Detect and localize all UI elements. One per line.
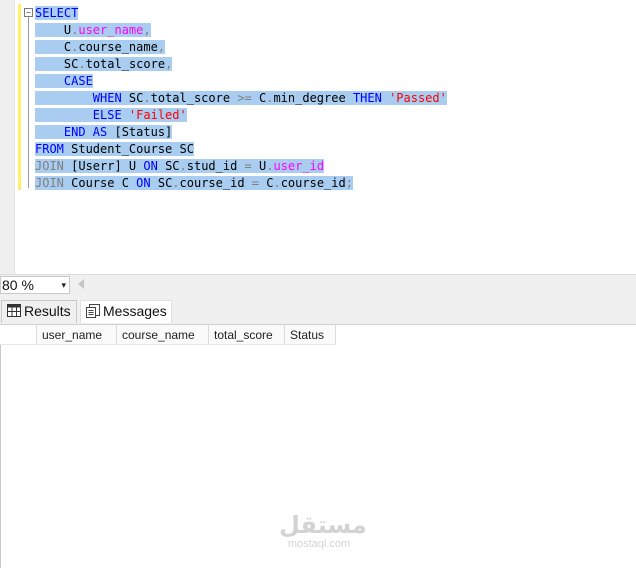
code-token: SC	[157, 176, 173, 190]
grid-border	[0, 325, 1, 568]
selection-highlight: SC.total_score,	[35, 57, 173, 71]
code-token: ON	[136, 176, 158, 190]
chevron-down-icon: ▾	[61, 280, 66, 290]
code-token: ,	[165, 57, 173, 71]
query-editor[interactable]: − SELECT U.user_name, C.course_name, SC.…	[0, 0, 636, 274]
code-token: .	[143, 91, 151, 105]
code-token: ;	[345, 176, 353, 190]
code-token: [Status]	[114, 125, 173, 139]
sql-code[interactable]: SELECT U.user_name, C.course_name, SC.to…	[35, 5, 447, 192]
code-line: WHEN SC.total_score >= C.min_degree THEN…	[35, 90, 447, 107]
column-header-status[interactable]: Status	[285, 325, 336, 345]
code-token: THEN	[352, 91, 390, 105]
selection-highlight: JOIN [Userr] U ON SC.stud_id = U.user_id	[35, 159, 325, 173]
code-token: =	[251, 176, 260, 190]
selection-highlight: U.user_name,	[35, 23, 151, 37]
column-header-course-name[interactable]: course_name	[117, 325, 209, 345]
column-header-total-score[interactable]: total_score	[209, 325, 285, 345]
code-token: END AS	[35, 125, 115, 139]
collapse-icon[interactable]: −	[24, 8, 33, 17]
code-token: user_id	[273, 159, 325, 173]
code-token: course_name	[78, 40, 158, 54]
selection-highlight: SELECT	[35, 6, 79, 20]
change-indicator-bar	[18, 4, 21, 190]
outline-line	[28, 17, 29, 188]
code-token: user_name	[78, 23, 144, 37]
code-token: ON	[143, 159, 166, 173]
code-token: .	[179, 159, 187, 173]
zoom-scroll-strip: 80 % ▾	[0, 274, 636, 296]
selection-highlight: WHEN SC.total_score >= C.min_degree THEN…	[35, 91, 447, 105]
selection-highlight: CASE	[35, 74, 93, 88]
code-token: 'Passed'	[389, 91, 447, 105]
code-token: U	[251, 159, 267, 173]
code-token: course_id	[280, 176, 346, 190]
code-token: min_degree	[273, 91, 353, 105]
editor-gutter	[0, 0, 15, 274]
code-line: END AS [Status]	[35, 124, 447, 141]
messages-icon	[86, 304, 100, 318]
code-token: ELSE	[35, 108, 129, 122]
code-token: total_score	[150, 91, 238, 105]
code-line: ELSE 'Failed'	[35, 107, 447, 124]
tab-messages[interactable]: Messages	[80, 300, 172, 323]
code-line: C.course_name,	[35, 39, 447, 56]
tab-messages-label: Messages	[103, 303, 167, 319]
code-token: JOIN	[35, 159, 72, 173]
code-token: WHEN	[35, 91, 129, 105]
code-line: FROM Student_Course SC	[35, 141, 447, 158]
code-token: SELECT	[35, 6, 79, 20]
code-token: 'Failed'	[128, 108, 187, 122]
tab-results[interactable]: Results	[1, 300, 77, 323]
selection-highlight: FROM Student_Course SC	[35, 142, 194, 156]
code-token: .	[273, 176, 281, 190]
selection-highlight: END AS [Status]	[35, 125, 173, 139]
code-token: total_score	[85, 57, 166, 71]
code-token: C	[35, 40, 72, 54]
watermark-latin: mostaql.com	[287, 538, 351, 550]
code-token: course_id	[179, 176, 252, 190]
grid-icon	[7, 304, 21, 317]
watermark-arabic: مستقل	[279, 511, 367, 539]
code-token: =	[244, 159, 252, 173]
code-token: C	[259, 176, 274, 190]
zoom-value: 80 %	[2, 277, 34, 293]
code-line: SELECT	[35, 5, 447, 22]
code-token: SC	[165, 159, 180, 173]
code-token: ,	[143, 23, 151, 37]
code-token: stud_id	[186, 159, 245, 173]
grid-header-row: user_name course_name total_score Status	[0, 325, 336, 345]
scroll-left-arrow-icon[interactable]	[78, 279, 84, 289]
selection-highlight: C.course_name,	[35, 40, 166, 54]
code-line: JOIN [Userr] U ON SC.stud_id = U.user_id	[35, 158, 447, 175]
column-header-user-name[interactable]: user_name	[37, 325, 117, 345]
code-line: JOIN Course C ON SC.course_id = C.course…	[35, 175, 447, 192]
code-token: C	[251, 91, 267, 105]
results-tabbar: Results Messages	[0, 296, 636, 325]
code-token: ,	[157, 40, 166, 54]
code-token: SC	[35, 57, 79, 71]
code-line: U.user_name,	[35, 22, 447, 39]
code-token: U	[35, 23, 72, 37]
selection-highlight: JOIN Course C ON SC.course_id = C.course…	[35, 176, 353, 190]
mostaql-watermark-logo: مستقل mostaql.com	[279, 511, 367, 550]
zoom-select[interactable]: 80 % ▾	[0, 276, 70, 294]
tab-results-label: Results	[24, 303, 71, 319]
code-token: CASE	[35, 74, 93, 88]
row-number-header[interactable]	[0, 325, 37, 345]
code-token: >=	[237, 91, 252, 105]
code-token: .	[172, 176, 180, 190]
code-token: Course C	[71, 176, 137, 190]
code-token: FROM	[35, 142, 72, 156]
code-token: .	[78, 57, 86, 71]
code-token: [Userr] U	[71, 159, 144, 173]
code-token: SC	[128, 91, 144, 105]
code-line: CASE	[35, 73, 447, 90]
code-line: SC.total_score,	[35, 56, 447, 73]
selection-highlight: ELSE 'Failed'	[35, 108, 187, 122]
code-token: JOIN	[35, 176, 72, 190]
code-token: Student_Course SC	[71, 142, 194, 156]
